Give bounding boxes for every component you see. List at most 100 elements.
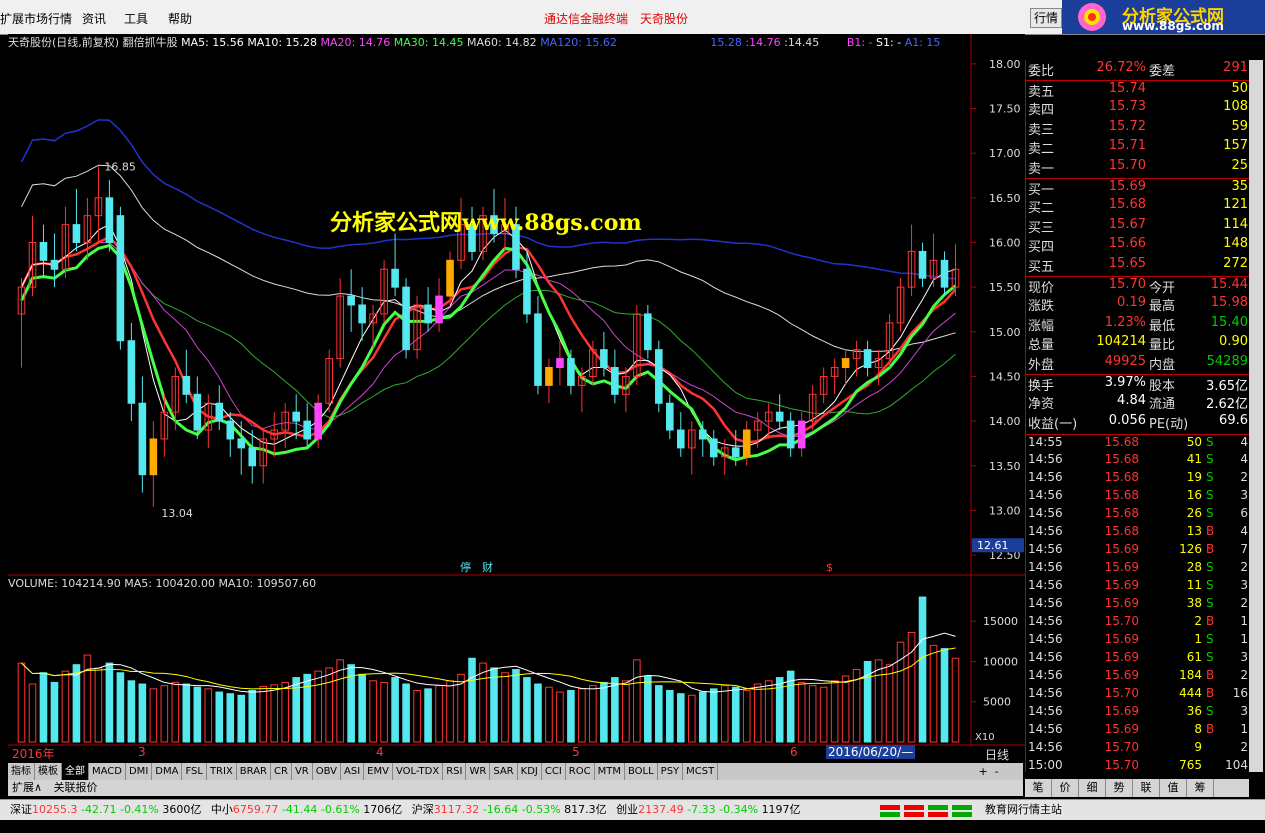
indicator-tab[interactable]: 指标 <box>8 763 35 780</box>
indicator-tab[interactable]: DMI <box>126 763 153 780</box>
trade-row: 14:56 15.69 28 S 2 <box>1026 560 1250 578</box>
indicator-tab[interactable]: ASI <box>341 763 365 780</box>
trade-volume: 9 <box>1194 740 1202 755</box>
trade-row: 14:56 15.69 36 S 3 <box>1026 704 1250 722</box>
indicator-tab[interactable]: CCI <box>542 763 566 780</box>
candle-body <box>193 393 202 431</box>
candle-body <box>50 259 59 270</box>
zoom-controls[interactable]: + - <box>975 763 1023 780</box>
panel-tab[interactable]: 细 <box>1079 779 1106 797</box>
panel-tab[interactable]: 值 <box>1160 779 1187 797</box>
trade-time: 14:56 <box>1028 668 1063 683</box>
indicator-tab[interactable]: BOLL <box>625 763 658 780</box>
volume-bar <box>600 681 608 743</box>
quote-value: 4.84 <box>1117 393 1146 409</box>
indicator-tab[interactable]: VR <box>292 763 313 780</box>
candle-body <box>402 286 410 351</box>
volume-tick-label: 10000 <box>983 655 1018 668</box>
ma5-label: MA5: 15.56 <box>181 36 244 49</box>
indicator-tab[interactable]: SAR <box>490 763 518 780</box>
trade-side: S <box>1206 470 1214 485</box>
trade-volume: 28 <box>1186 560 1202 575</box>
indicator-tab[interactable]: EMV <box>364 763 393 780</box>
indicator-tab[interactable]: TRIX <box>207 763 237 780</box>
trade-time: 14:56 <box>1028 560 1063 575</box>
menu-help[interactable]: 帮助 <box>168 10 192 27</box>
indicator-tab[interactable]: BRAR <box>237 763 271 780</box>
quote-label: 卖三 <box>1028 122 1055 138</box>
trade-count: 2 <box>1240 596 1248 611</box>
stock-title: 天奇股份(日线,前复权) <box>8 36 120 49</box>
price-tick-label: 16.50 <box>989 192 1021 205</box>
indicator-tab[interactable]: ROC <box>566 763 595 780</box>
quote-value-2: 35 <box>1231 178 1248 194</box>
quote-label: 现价 <box>1028 280 1055 296</box>
trade-row: 15:00 15.70 765 104 <box>1026 758 1250 776</box>
price-tick-label: 13.00 <box>989 504 1021 517</box>
price-tick-label: 14.00 <box>989 415 1021 428</box>
trade-row: 14:56 15.69 61 S 3 <box>1026 650 1250 668</box>
panel-scrollbar[interactable] <box>1249 60 1263 772</box>
candle-body <box>611 367 619 395</box>
trade-volume: 184 <box>1179 668 1202 683</box>
indicator-tab[interactable]: DMA <box>152 763 183 780</box>
quote-value: 3.97% <box>1104 374 1146 390</box>
trade-side: B <box>1206 686 1215 701</box>
panel-tab[interactable]: 势 <box>1106 779 1133 797</box>
indicator-tab[interactable]: CR <box>271 763 292 780</box>
kline-chart[interactable]: 18.00 17.50 17.00 16.50 16.00 15.50 15.00 14.50… <box>8 34 1025 746</box>
hs-amount: 817.3亿 <box>564 803 607 816</box>
trade-time: 15:00 <box>1028 758 1063 773</box>
quote-label-2: 内盘 <box>1149 358 1176 373</box>
quote-label: 涨跌 <box>1028 299 1055 315</box>
candle-body <box>215 402 224 422</box>
volume-bar <box>731 686 740 743</box>
indicator-tab[interactable]: WR <box>466 763 491 780</box>
date-label: 6 <box>790 745 798 759</box>
indicator-tab[interactable]: MCST <box>683 763 719 780</box>
menu-news[interactable]: 资讯 <box>82 10 106 27</box>
indicator-tab[interactable]: FSL <box>182 763 207 780</box>
indicator-tab[interactable]: VOL-TDX <box>393 763 444 780</box>
candle-body <box>709 438 718 458</box>
panel-tab[interactable]: 联 <box>1133 779 1160 797</box>
quote-row: 卖二 15.71 157 <box>1026 138 1250 157</box>
panel-tab[interactable]: 价 <box>1052 779 1079 797</box>
date-label: 5 <box>572 745 580 759</box>
panel-tab[interactable]: 筹 <box>1187 779 1214 797</box>
price-tick-label: 17.50 <box>989 103 1021 116</box>
hs-label: 沪深 <box>411 803 434 816</box>
expand-tab[interactable]: 扩展∧ <box>8 781 46 794</box>
quote-label: 买二 <box>1028 201 1055 217</box>
indicator-tab[interactable]: 模板 <box>35 763 62 780</box>
panel-tab[interactable]: 笔 <box>1025 779 1052 797</box>
hs-change: -16.64 <box>482 803 519 816</box>
current-price-label: 12.61 <box>977 539 1009 552</box>
volume-bar <box>138 683 147 743</box>
period-label[interactable]: 日线 <box>985 746 1009 763</box>
indicator-tab[interactable]: RSI <box>443 763 467 780</box>
server-site[interactable]: 教育网行情主站 <box>985 800 1062 820</box>
trade-time: 14:56 <box>1028 470 1063 485</box>
terminal-name: 通达信金融终端 <box>544 12 629 26</box>
related-quote-tab[interactable]: 关联报价 <box>50 781 102 794</box>
candle-body <box>39 241 48 261</box>
indicator-tab[interactable]: PSY <box>658 763 684 780</box>
menu-tools[interactable]: 工具 <box>124 10 148 27</box>
quote-button[interactable]: 行情 <box>1030 8 1062 28</box>
indicator-tab[interactable]: MTM <box>595 763 625 780</box>
candle-body <box>116 215 125 342</box>
quote-value-2: 0.90 <box>1219 334 1248 350</box>
quote-row: 净资 4.84 流通 2.62亿 <box>1026 393 1250 412</box>
indicator-tab[interactable]: KDJ <box>518 763 542 780</box>
trade-side: B <box>1206 524 1215 539</box>
indicator-tab[interactable]: MACD <box>89 763 126 780</box>
trade-price: 15.70 <box>1104 758 1139 773</box>
trade-time: 14:56 <box>1028 614 1063 629</box>
trade-time: 14:56 <box>1028 542 1063 557</box>
quote-row: 涨跌 0.19 最高 15.98 <box>1026 295 1250 314</box>
status-bar: 深证10255.3 -42.71 -0.41% 3600亿 中小6759.77 … <box>0 799 1265 820</box>
indicator-tab[interactable]: OBV <box>313 763 341 780</box>
indicator-tab[interactable]: 全部 <box>62 763 89 780</box>
trade-volume: 8 <box>1194 722 1202 737</box>
